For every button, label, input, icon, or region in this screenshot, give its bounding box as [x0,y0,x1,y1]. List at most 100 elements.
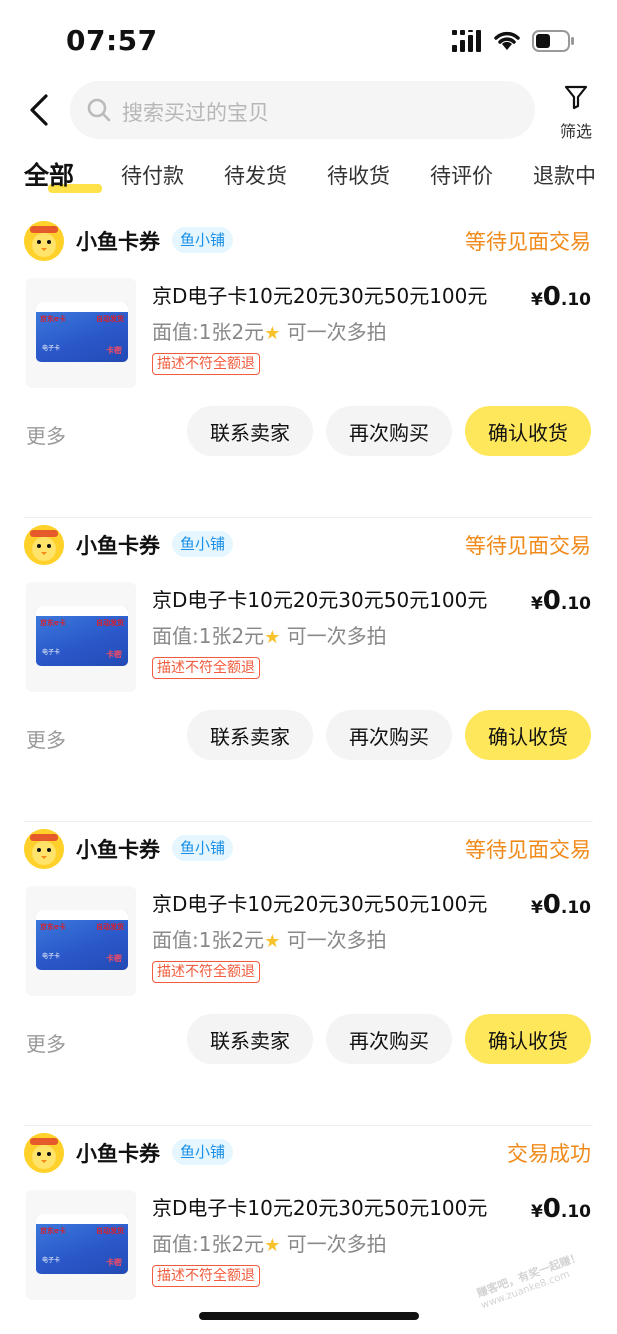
price-decimal: .10 [560,898,591,918]
shop-name[interactable]: 小鱼卡券 [76,834,160,864]
product-spec: 面值:1张2元 [152,320,265,344]
card-auto-text: 自动发货 [96,315,124,323]
tab-pending-payment[interactable]: 待付款 [121,160,184,190]
jd-ecard-image: 京东e卡 自动发货 电子卡 卡密 [36,302,128,362]
card-key-text: 卡密 [106,650,122,659]
back-arrow-icon[interactable] [24,90,56,130]
price: ¥0.10 [531,586,591,616]
price-decimal: .10 [560,290,591,310]
product-title[interactable]: 京D电子卡10元20元30元50元100元 [152,888,508,917]
shop-badge: 鱼小铺 [172,1139,234,1165]
more-button[interactable]: 更多 [26,724,66,753]
star-icon: ★ [264,931,281,952]
order-status: 等待见面交易 [465,534,591,558]
order-card[interactable]: 小鱼卡券 鱼小铺 等待见面交易 京东e卡 自动发货 电子卡 卡密 京D电子卡10… [0,822,617,1126]
product-subtitle: 面值:1张2元★ 可一次多拍 [152,1228,387,1257]
price-integer: 0 [542,1194,561,1224]
product-thumbnail[interactable]: 京东e卡 自动发货 电子卡 卡密 [26,278,136,388]
price-symbol: ¥ [530,290,543,310]
price-symbol: ¥ [530,1202,543,1222]
buy-again-button[interactable]: 再次购买 [326,406,452,456]
price-decimal: .10 [560,1202,591,1222]
card-key-text: 卡密 [106,1258,122,1267]
status-time: 07:57 [66,24,158,57]
confirm-receipt-button[interactable]: 确认收货 [465,710,591,760]
card-brand-text: 京东e卡 [40,923,66,931]
shop-avatar[interactable] [24,1133,64,1173]
price-decimal: .10 [560,594,591,614]
price: ¥0.10 [531,1194,591,1224]
star-icon: ★ [264,627,281,648]
filter-button[interactable]: 筛选 [552,82,600,142]
order-status: 等待见面交易 [465,838,591,862]
more-button[interactable]: 更多 [26,1028,66,1057]
search-input[interactable]: 搜索买过的宝贝 [70,81,535,139]
card-key-text: 卡密 [106,954,122,963]
chick-mascot-icon [24,829,64,869]
refund-guarantee-tag: 描述不符全额退 [152,1265,260,1287]
shop-name[interactable]: 小鱼卡券 [76,530,160,560]
shop-name[interactable]: 小鱼卡券 [76,1138,160,1168]
price: ¥0.10 [531,890,591,920]
shop-badge: 鱼小铺 [172,835,234,861]
refund-guarantee-tag: 描述不符全额退 [152,657,260,679]
star-icon: ★ [264,1235,281,1256]
chick-mascot-icon [24,525,64,565]
tab-label: 全部 [24,161,75,190]
jd-ecard-image: 京东e卡 自动发货 电子卡 卡密 [36,910,128,970]
product-subtitle: 面值:1张2元★ 可一次多拍 [152,620,387,649]
status-bar: 07:57 [0,0,617,80]
chick-mascot-icon [24,1133,64,1173]
product-note: 可一次多拍 [286,1232,387,1256]
star-icon: ★ [264,323,281,344]
card-brand-text: 京东e卡 [40,315,66,323]
price-integer: 0 [542,282,561,312]
contact-seller-button[interactable]: 联系卖家 [187,406,313,456]
product-title[interactable]: 京D电子卡10元20元30元50元100元 [152,584,508,613]
shop-badge: 鱼小铺 [172,531,234,557]
product-subtitle: 面值:1张2元★ 可一次多拍 [152,316,387,345]
product-subtitle: 面值:1张2元★ 可一次多拍 [152,924,387,953]
shop-avatar[interactable] [24,525,64,565]
shop-avatar[interactable] [24,829,64,869]
product-thumbnail[interactable]: 京东e卡 自动发货 电子卡 卡密 [26,886,136,996]
shop-avatar[interactable] [24,221,64,261]
tab-all[interactable]: 全部 [24,156,102,196]
product-spec: 面值:1张2元 [152,1232,265,1256]
card-key-text: 卡密 [106,346,122,355]
confirm-receipt-button[interactable]: 确认收货 [465,406,591,456]
product-title[interactable]: 京D电子卡10元20元30元50元100元 [152,280,508,309]
buy-again-button[interactable]: 再次购买 [326,710,452,760]
card-brand-text: 京东e卡 [40,619,66,627]
card-ecard-text: 电子卡 [42,1257,61,1264]
product-title[interactable]: 京D电子卡10元20元30元50元100元 [152,1192,508,1221]
contact-seller-button[interactable]: 联系卖家 [187,710,313,760]
price-integer: 0 [542,890,561,920]
nav-bar: 搜索买过的宝贝 筛选 [0,78,617,144]
more-button[interactable]: 更多 [26,420,66,449]
order-card[interactable]: 小鱼卡券 鱼小铺 等待见面交易 京东e卡 自动发货 电子卡 卡密 京D电子卡10… [0,214,617,518]
product-thumbnail[interactable]: 京东e卡 自动发货 电子卡 卡密 [26,1190,136,1300]
jd-ecard-image: 京东e卡 自动发货 电子卡 卡密 [36,606,128,666]
contact-seller-button[interactable]: 联系卖家 [187,1014,313,1064]
search-icon [87,98,111,122]
refund-guarantee-tag: 描述不符全额退 [152,961,260,983]
order-card[interactable]: 小鱼卡券 鱼小铺 等待见面交易 京东e卡 自动发货 电子卡 卡密 京D电子卡10… [0,518,617,822]
tab-pending-shipment[interactable]: 待发货 [224,160,287,190]
confirm-receipt-button[interactable]: 确认收货 [465,1014,591,1064]
product-note: 可一次多拍 [286,624,387,648]
home-indicator[interactable] [199,1312,419,1320]
product-spec: 面值:1张2元 [152,928,265,952]
card-auto-text: 自动发货 [96,1227,124,1235]
price-integer: 0 [542,586,561,616]
filter-funnel-icon [564,85,588,110]
tab-pending-receipt[interactable]: 待收货 [327,160,390,190]
card-ecard-text: 电子卡 [42,953,61,960]
product-thumbnail[interactable]: 京东e卡 自动发货 电子卡 卡密 [26,582,136,692]
buy-again-button[interactable]: 再次购买 [326,1014,452,1064]
shop-name[interactable]: 小鱼卡券 [76,226,160,256]
card-auto-text: 自动发货 [96,923,124,931]
card-brand-text: 京东e卡 [40,1227,66,1235]
tab-refunding[interactable]: 退款中 [533,160,596,190]
tab-pending-review[interactable]: 待评价 [430,160,493,190]
